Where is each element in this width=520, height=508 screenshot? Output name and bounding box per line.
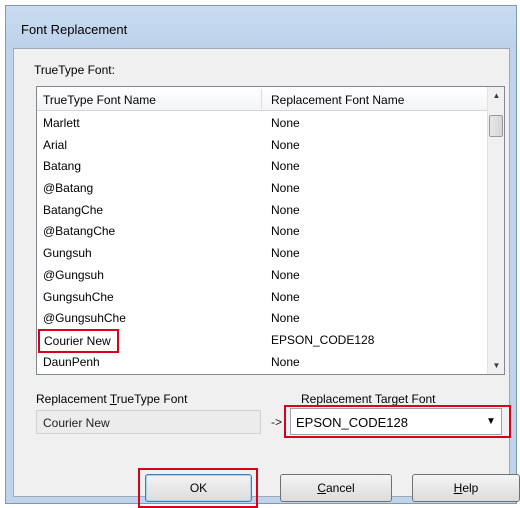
truetype-font-name: Courier New — [38, 328, 119, 353]
dropdown-arrow-icon[interactable]: ▼ — [481, 409, 501, 434]
truetype-font-name: BatangChe — [43, 202, 104, 217]
list-item[interactable]: @GungsuhChe None — [37, 307, 488, 329]
list-item[interactable]: @Batang None — [37, 177, 488, 199]
font-list[interactable]: TrueType Font Name Replacement Font Name… — [36, 86, 505, 375]
help-button[interactable]: Help — [412, 474, 520, 502]
replacement-font-name: None — [271, 289, 300, 304]
replacement-font-name: None — [271, 267, 300, 282]
font-replacement-dialog: Font Replacement TrueType Font: TrueType… — [5, 5, 520, 508]
column-separator[interactable] — [261, 89, 262, 109]
truetype-font-name: GungsuhChe — [43, 289, 114, 304]
truetype-font-name: Gungsuh — [43, 246, 92, 261]
replacement-target-font-label: Replacement Target Font — [301, 392, 436, 406]
replacement-font-name: None — [271, 181, 300, 196]
replacement-font-name: None — [271, 137, 300, 152]
list-item[interactable]: DaunPenh None — [37, 351, 488, 373]
dialog-title: Font Replacement — [21, 22, 128, 37]
replacement-font-name: None — [271, 354, 300, 369]
scrollbar-thumb[interactable] — [489, 115, 503, 137]
list-item-courier-new[interactable]: Courier New EPSON_CODE128 — [37, 328, 488, 353]
truetype-font-name: @GungsuhChe — [43, 311, 126, 326]
list-item[interactable]: BatangChe None — [37, 199, 488, 221]
title-bar[interactable]: Font Replacement — [6, 6, 516, 48]
list-item[interactable]: Batang None — [37, 155, 488, 177]
vertical-scrollbar[interactable]: ▲ ▼ — [487, 87, 504, 374]
replacement-font-name: EPSON_CODE128 — [271, 332, 375, 347]
ok-button[interactable]: OK — [145, 474, 252, 502]
replacement-truetype-font-field: Courier New — [36, 410, 261, 434]
replacement-font-name: None — [271, 202, 300, 217]
truetype-font-name: @Batang — [43, 181, 94, 196]
truetype-font-name: Batang — [43, 159, 82, 174]
replacement-font-name: None — [271, 246, 300, 261]
list-item[interactable]: GungsuhChe None — [37, 286, 488, 308]
truetype-font-name: @BatangChe — [43, 224, 116, 239]
list-item[interactable]: Gungsuh None — [37, 242, 488, 264]
truetype-font-name: @Gungsuh — [43, 267, 104, 282]
list-item[interactable]: @BatangChe None — [37, 220, 488, 242]
list-header: TrueType Font Name Replacement Font Name — [37, 87, 488, 111]
truetype-font-name: Arial — [43, 137, 68, 152]
replacement-font-name: None — [271, 311, 300, 326]
replacement-font-name: None — [271, 116, 300, 130]
truetype-font-label: TrueType Font: — [34, 63, 115, 77]
truetype-font-name: DaunPenh — [43, 354, 100, 369]
scroll-down-arrow-icon[interactable]: ▼ — [488, 357, 504, 374]
list-item[interactable]: @Gungsuh None — [37, 264, 488, 286]
dropdown-selected-value: EPSON_CODE128 — [296, 415, 408, 430]
list-item[interactable]: Arial None — [37, 134, 488, 156]
replacement-target-font-dropdown[interactable]: EPSON_CODE128 ▼ — [290, 408, 502, 435]
cancel-button[interactable]: Cancel — [280, 474, 392, 502]
truetype-font-name: Marlett — [43, 116, 80, 130]
replacement-font-name: None — [271, 224, 300, 239]
arrow-label: -> — [271, 415, 283, 429]
list-rows: Marlett None Arial None Batang None @Bat… — [37, 112, 488, 372]
column-header-truetype-font-name[interactable]: TrueType Font Name — [43, 93, 156, 107]
replacement-font-name: None — [271, 159, 300, 174]
scroll-up-arrow-icon[interactable]: ▲ — [488, 87, 504, 104]
column-header-replacement-font-name[interactable]: Replacement Font Name — [271, 93, 404, 107]
dialog-client-area: TrueType Font: TrueType Font Name Replac… — [13, 48, 520, 508]
list-item[interactable]: Marlett None — [37, 112, 488, 134]
replacement-truetype-font-label: Replacement TrueType Font — [36, 392, 188, 406]
